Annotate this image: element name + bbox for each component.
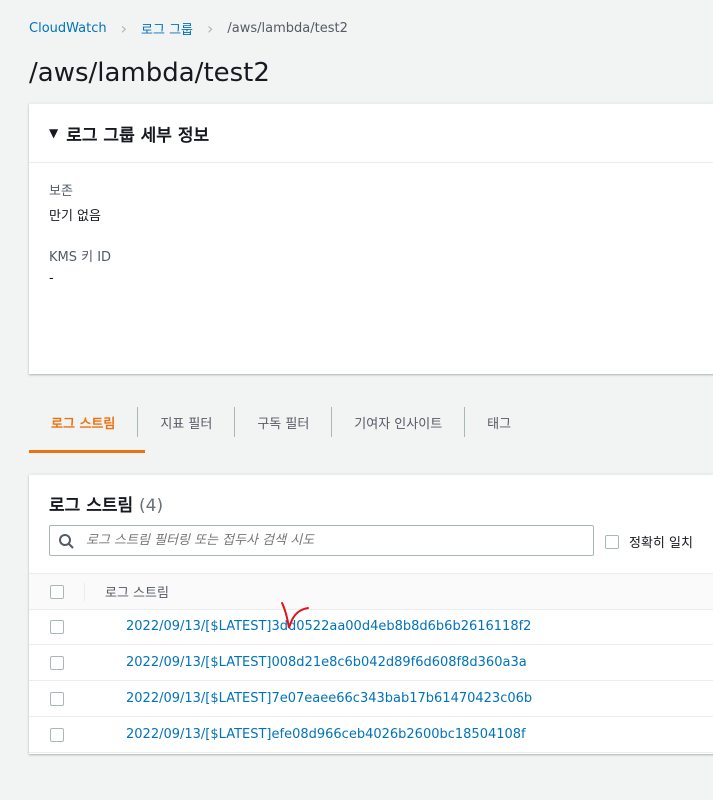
log-stream-link[interactable]: 2022/09/13/[$LATEST]3dd0522aa00d4eb8b8d6… <box>126 619 531 634</box>
kms-value: - <box>49 271 54 286</box>
log-stream-link[interactable]: 2022/09/13/[$LATEST]008d21e8c6b042d89f6d… <box>126 655 527 670</box>
row-checkbox[interactable] <box>50 619 64 634</box>
streams-title: 로그 스트림 (4) <box>49 491 163 516</box>
chevron-right-icon: › <box>120 19 128 38</box>
column-header-log-stream[interactable]: 로그 스트림 <box>105 582 169 601</box>
tab-contributor-insights[interactable]: 기여자 인사이트 <box>331 407 464 437</box>
table-row: 2022/09/13/[$LATEST]008d21e8c6b042d89f6d… <box>29 645 713 681</box>
red-checkmark-annotation-icon <box>281 602 309 629</box>
caret-down-icon: ▼ <box>49 126 59 140</box>
streams-count: (4) <box>139 496 164 516</box>
tab-log-streams[interactable]: 로그 스트림 <box>29 407 137 437</box>
tab-subscription-filters[interactable]: 구독 필터 <box>234 407 331 437</box>
exact-match-box[interactable] <box>605 534 619 549</box>
chevron-right-icon: › <box>207 19 214 38</box>
exact-match-label: 정확히 일치 <box>629 536 693 551</box>
log-stream-link[interactable]: 2022/09/13/[$LATEST]7e07eaee66c343bab17b… <box>126 691 532 706</box>
details-toggle[interactable]: ▼ 로그 그룹 세부 정보 <box>29 104 713 163</box>
table-row: 2022/09/13/[$LATEST]3dd0522aa00d4eb8b8d6… <box>29 609 713 645</box>
select-all-checkbox[interactable] <box>50 584 64 599</box>
row-checkbox[interactable] <box>50 691 64 706</box>
tab-tags[interactable]: 태그 <box>464 407 533 437</box>
breadcrumb: CloudWatch › 로그 그룹 › /aws/lambda/test2 <box>29 19 348 38</box>
streams-title-text: 로그 스트림 <box>49 496 134 516</box>
active-tab-indicator <box>29 450 145 453</box>
breadcrumb-log-groups[interactable]: 로그 그룹 <box>141 19 193 38</box>
tab-bar: 로그 스트림 지표 필터 구독 필터 기여자 인사이트 태그 <box>29 406 533 438</box>
breadcrumb-cloudwatch[interactable]: CloudWatch <box>29 21 107 36</box>
search-icon <box>59 533 74 549</box>
tab-metric-filters[interactable]: 지표 필터 <box>137 407 234 437</box>
table-row: 2022/09/13/[$LATEST]efe08d966ceb4026b260… <box>29 717 713 753</box>
row-checkbox[interactable] <box>50 727 64 742</box>
search-field[interactable] <box>49 525 594 556</box>
retention-label: 보존 <box>49 184 73 199</box>
exact-match-checkbox[interactable]: 정확히 일치 <box>605 532 693 551</box>
kms-label: KMS 키 ID <box>49 250 112 265</box>
retention-value: 만기 없음 <box>49 209 101 224</box>
table-row: 2022/09/13/[$LATEST]7e07eaee66c343bab17b… <box>29 681 713 717</box>
log-streams-panel: 로그 스트림 (4) 정확히 일치 로그 스트림 2022/09/13/[$LA… <box>29 474 713 754</box>
log-stream-link[interactable]: 2022/09/13/[$LATEST]efe08d966ceb4026b260… <box>126 727 526 742</box>
table-header: 로그 스트림 <box>29 573 713 610</box>
breadcrumb-current: /aws/lambda/test2 <box>227 21 348 36</box>
page-title: /aws/lambda/test2 <box>29 58 270 88</box>
search-input[interactable] <box>84 532 593 549</box>
log-group-details-panel: ▼ 로그 그룹 세부 정보 보존 만기 없음 KMS 키 ID - <box>29 103 713 374</box>
row-checkbox[interactable] <box>50 655 64 670</box>
column-divider <box>84 582 85 601</box>
details-header: 로그 그룹 세부 정보 <box>66 125 210 146</box>
